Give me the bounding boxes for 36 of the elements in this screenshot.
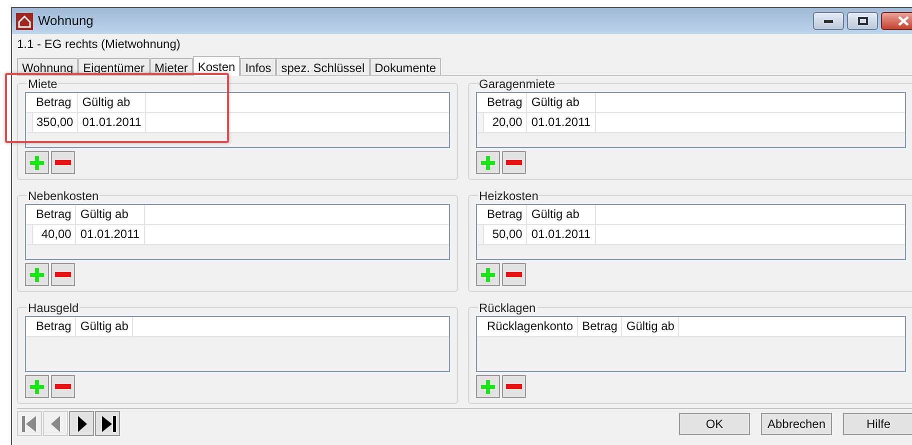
column-header[interactable]: Gültig ab [78,93,146,112]
table-cell: 20,00 [483,112,527,132]
group-title: Heizkosten [479,189,538,203]
group-title: Miete [28,77,58,91]
column-header[interactable]: Gültig ab [76,205,144,224]
tab[interactable]: spez. Schlüssel [276,58,370,75]
dialog-button[interactable]: OK [679,412,750,434]
table-cell: 350,00 [32,112,78,132]
dialog-button[interactable]: Abbrechen [761,412,832,434]
column-header[interactable]: Rücklagenkonto [483,317,578,336]
column-header[interactable]: Gültig ab [526,205,596,224]
dialog-button[interactable]: Hilfe [843,412,912,434]
column-header[interactable]: Gültig ab [622,317,679,336]
table-cell: 01.01.2011 [78,112,146,132]
column-header[interactable]: Betrag [32,205,76,224]
column-header[interactable]: Betrag [32,93,78,112]
record-subtitle: 1.1 - EG rechts (Mietwohnung) [17,37,182,52]
group-title: Rücklagen [479,301,536,315]
tab[interactable]: Dokumente [370,58,441,75]
column-header[interactable]: Betrag [578,317,622,336]
column-header[interactable]: Gültig ab [526,93,596,112]
table-cell: 50,00 [483,224,527,244]
column-header[interactable]: Gültig ab [76,317,133,336]
column-header[interactable]: Betrag [483,205,527,224]
table-cell: 40,00 [32,224,76,244]
group-title: Hausgeld [28,301,79,315]
column-header[interactable]: Betrag [32,317,76,336]
window-title: Wohnung [38,12,94,30]
column-header[interactable]: Betrag [483,93,527,112]
group-title: Garagenmiete [479,77,556,91]
group-title: Nebenkosten [28,189,99,203]
tab[interactable]: Kosten [192,56,240,76]
table-cell: 01.01.2011 [526,112,596,132]
tab[interactable]: Infos [240,58,276,75]
table-cell: 01.01.2011 [76,224,144,244]
table-cell: 01.01.2011 [526,224,596,244]
